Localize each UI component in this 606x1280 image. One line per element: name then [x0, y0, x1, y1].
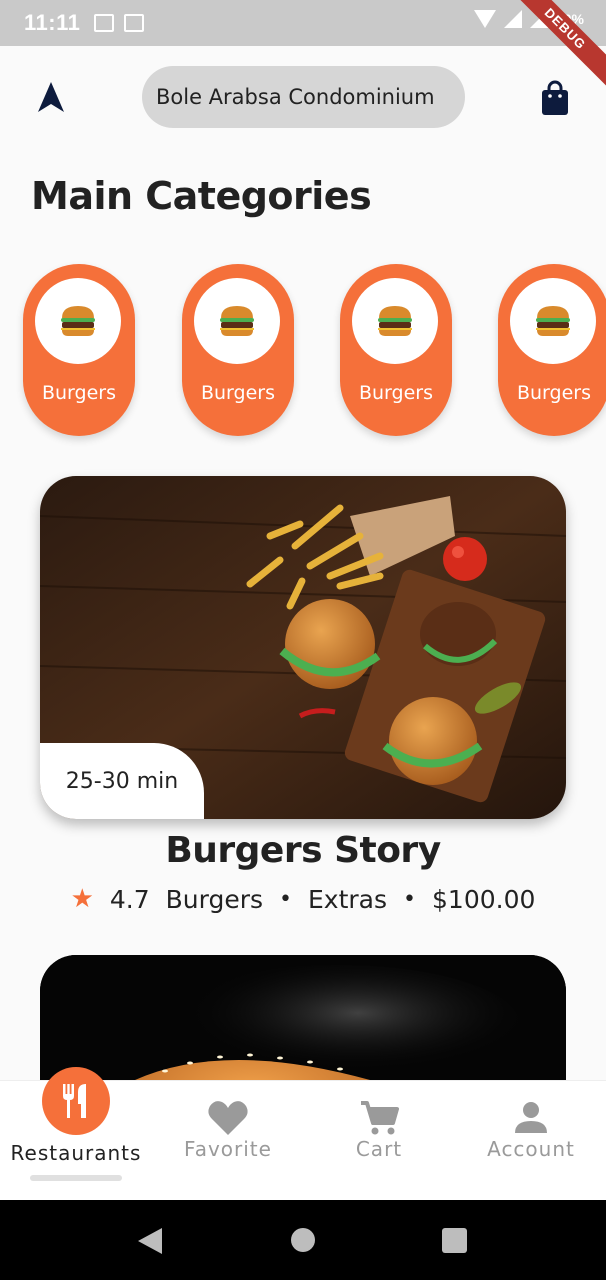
restaurant-price: $100.00	[432, 884, 536, 914]
restaurant-icon	[63, 1084, 86, 1118]
bottom-navigation: Restaurants Favorite Cart Account	[0, 1067, 606, 1201]
tab-account[interactable]: Account	[455, 1081, 606, 1201]
category-label: Burgers	[200, 382, 275, 404]
app-header: Bole Arabsa Condominium	[0, 46, 606, 150]
restaurant-name[interactable]: Burgers Story	[0, 830, 606, 871]
category-image-frame	[352, 278, 438, 364]
tab-favorite[interactable]: Favorite	[152, 1081, 304, 1201]
navigation-arrow-icon[interactable]	[36, 80, 66, 114]
delivery-time-badge: 25-30 min	[40, 743, 204, 819]
active-tab-indicator	[42, 1067, 110, 1135]
status-notification-icons	[94, 14, 145, 32]
category-item[interactable]: Burgers	[498, 264, 606, 436]
page-title: Main Categories	[31, 174, 372, 218]
separator-dot: •	[279, 886, 293, 912]
burger-icon	[61, 306, 95, 336]
category-label: Burgers	[41, 382, 116, 404]
category-image-frame	[194, 278, 280, 364]
separator-dot: •	[403, 886, 417, 912]
restaurant-tag: Burgers	[165, 884, 264, 914]
tab-label: Cart	[355, 1137, 403, 1161]
restaurant-rating: 4.7	[109, 884, 150, 914]
app-screen: 11:11 40% DEBUG Bole Arabsa Condominium …	[0, 0, 606, 1280]
category-label: Burgers	[516, 382, 591, 404]
tab-label: Restaurants	[10, 1141, 142, 1165]
tab-underline	[30, 1175, 122, 1181]
category-label: Burgers	[358, 382, 433, 404]
category-image-frame	[510, 278, 596, 364]
status-time: 11:11	[24, 10, 81, 35]
category-item[interactable]: Burgers	[340, 264, 452, 436]
shopping-bag-icon[interactable]	[540, 80, 570, 116]
signal-icon	[503, 10, 522, 28]
tab-label: Favorite	[184, 1137, 272, 1161]
cart-icon	[361, 1101, 399, 1135]
tab-label: Account	[487, 1137, 575, 1161]
category-item[interactable]: Burgers	[182, 264, 294, 436]
status-bar: 11:11 40% DEBUG	[0, 0, 606, 90]
back-icon[interactable]	[138, 1228, 162, 1254]
restaurant-tag: Extras	[308, 884, 388, 914]
burger-icon	[536, 306, 570, 336]
system-navigation-bar	[0, 1200, 606, 1280]
category-image-frame	[35, 278, 121, 364]
wifi-icon	[473, 10, 496, 28]
burger-icon	[220, 306, 254, 336]
star-icon: ★	[70, 884, 94, 914]
heart-icon	[208, 1101, 248, 1135]
category-item[interactable]: Burgers	[23, 264, 135, 436]
address-selector[interactable]: Bole Arabsa Condominium	[142, 66, 465, 128]
tab-cart[interactable]: Cart	[303, 1081, 455, 1201]
recent-apps-icon[interactable]	[442, 1228, 467, 1253]
category-list[interactable]: Burgers Burgers Burgers Burgers	[0, 262, 606, 442]
tab-restaurants[interactable]: Restaurants	[0, 1067, 152, 1201]
burger-icon	[378, 306, 412, 336]
calendar-icon	[124, 14, 145, 32]
home-icon[interactable]	[291, 1228, 315, 1252]
restaurant-meta: ★ 4.7 Burgers • Extras • $100.00	[0, 884, 606, 914]
person-icon	[515, 1102, 547, 1133]
image-icon	[94, 14, 115, 32]
